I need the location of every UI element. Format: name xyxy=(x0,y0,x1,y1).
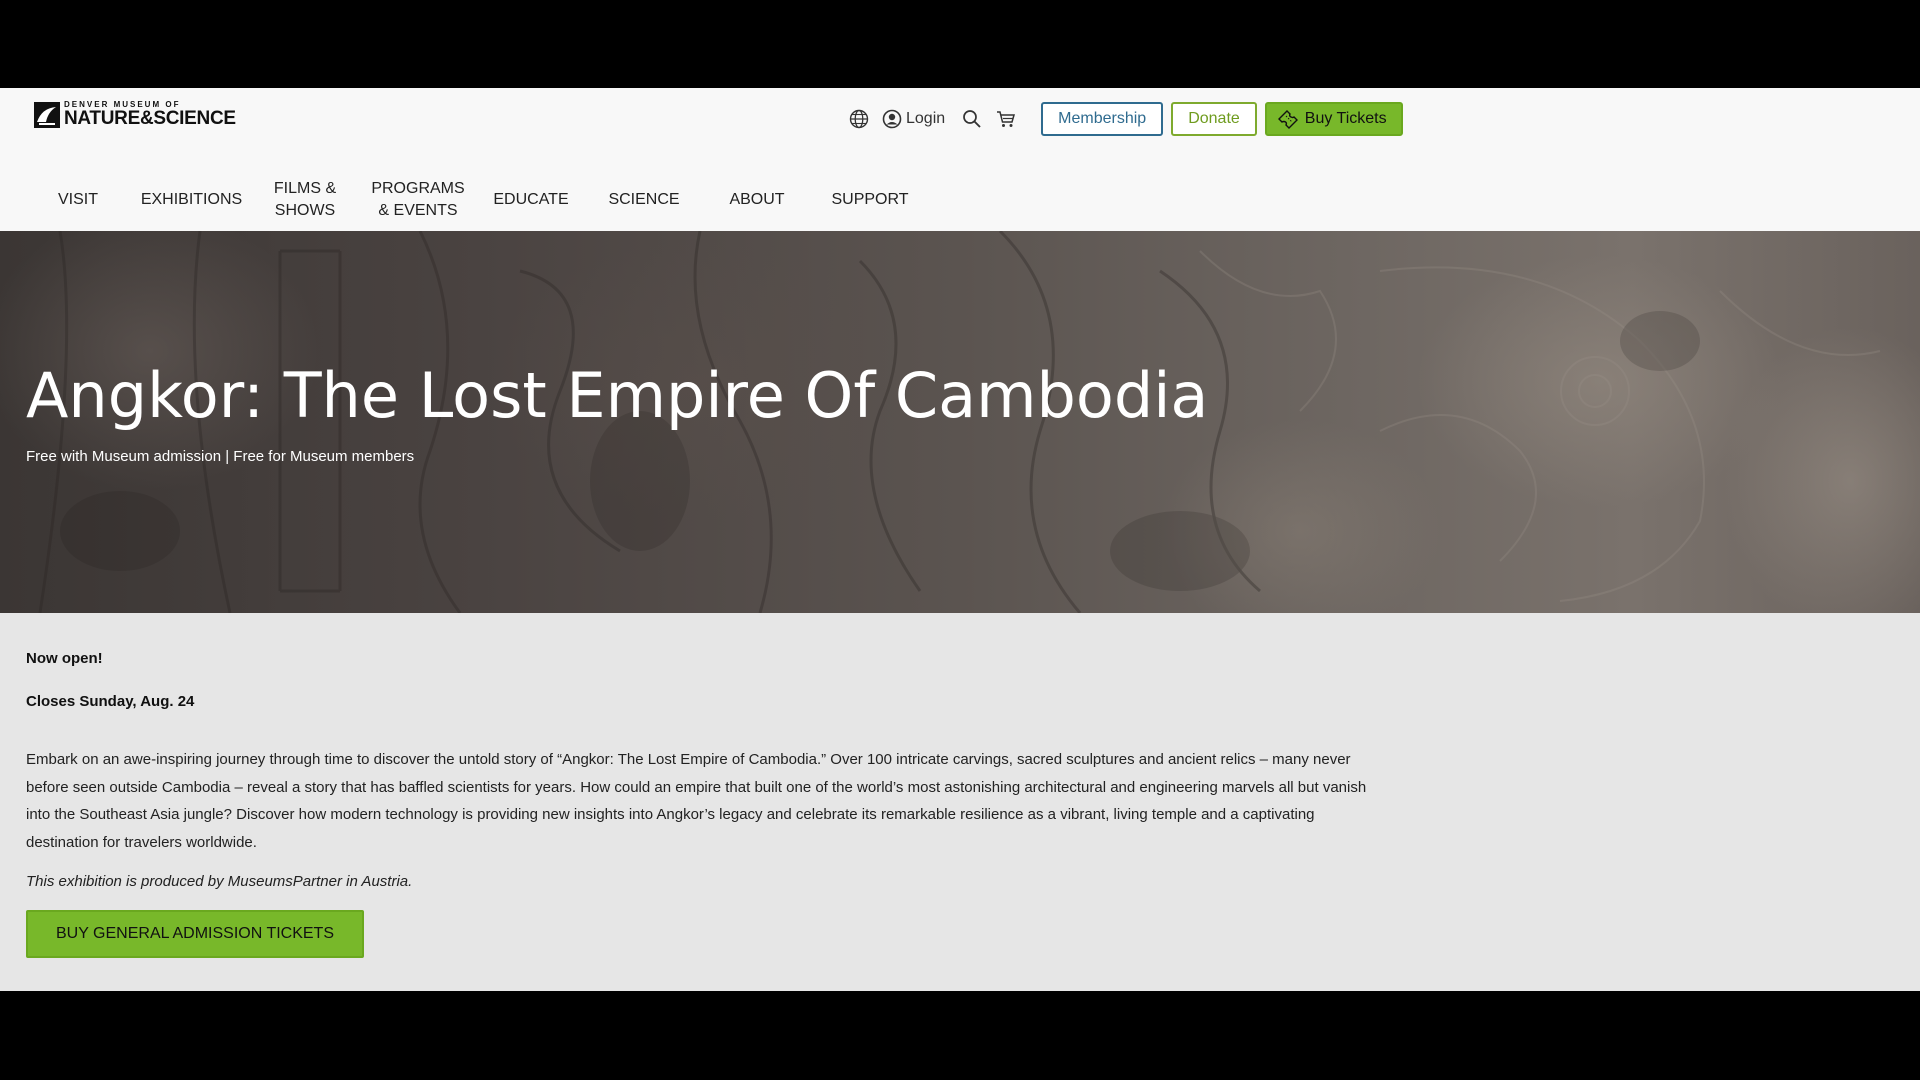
nav-label: VISIT xyxy=(57,190,98,208)
nav-label-line1: FILMS & xyxy=(273,179,337,197)
cart-icon[interactable] xyxy=(995,108,1017,130)
globe-icon[interactable] xyxy=(848,108,870,130)
closing-date-text: Closes Sunday, Aug. 24 xyxy=(26,693,195,710)
login-link[interactable]: Login xyxy=(882,109,945,129)
ticket-icon xyxy=(1277,110,1298,129)
museum-logo[interactable]: DENVER MUSEUM OF NATURE&SCIENCE xyxy=(34,101,236,128)
nav-label-line2: SHOWS xyxy=(274,201,336,219)
buy-general-admission-button[interactable]: BUY GENERAL ADMISSION TICKETS xyxy=(26,910,364,958)
donate-button[interactable]: Donate xyxy=(1171,102,1257,136)
utility-bar: Login Membership Donate Buy Tickets xyxy=(848,102,1403,136)
nav-label-line1: PROGRAMS xyxy=(371,179,465,197)
nav-item-science[interactable]: SCIENCE xyxy=(604,168,684,231)
nav-label: SCIENCE xyxy=(608,190,680,208)
buy-tickets-label: Buy Tickets xyxy=(1304,110,1387,127)
logo-bottom-text: NATURE&SCIENCE xyxy=(64,108,236,129)
hero-banner: Angkor: The Lost Empire Of Cambodia Free… xyxy=(0,231,1920,613)
nav-label-line2: & EVENTS xyxy=(378,201,458,219)
nav-item-educate[interactable]: EDUCATE xyxy=(492,168,570,231)
nav-label: EXHIBITIONS xyxy=(140,190,243,208)
exhibition-title: Angkor: The Lost Empire Of Cambodia xyxy=(26,359,1209,432)
nav-item-programs-events[interactable]: PROGRAMS & EVENTS xyxy=(370,168,466,231)
producer-credit: This exhibition is produced by MuseumsPa… xyxy=(26,873,413,890)
nav-label: SUPPORT xyxy=(831,190,909,208)
admission-note: Free with Museum admission | Free for Mu… xyxy=(26,448,415,465)
letterbox-top xyxy=(0,0,1920,88)
nav-item-exhibitions[interactable]: EXHIBITIONS xyxy=(140,168,243,231)
buy-tickets-button[interactable]: Buy Tickets xyxy=(1264,102,1403,136)
main-nav: VISIT EXHIBITIONS FILMS & SHOWS PROGRAMS… xyxy=(0,168,960,231)
website-viewport: DENVER MUSEUM OF NATURE&SCIENCE Login Me… xyxy=(0,88,1920,991)
letterbox-bottom xyxy=(0,991,1920,1080)
nav-item-visit[interactable]: VISIT xyxy=(52,168,104,231)
nav-label: EDUCATE xyxy=(493,190,569,208)
nav-item-about[interactable]: ABOUT xyxy=(724,168,790,231)
now-open-text: Now open! xyxy=(26,650,103,667)
nav-item-films-shows[interactable]: FILMS & SHOWS xyxy=(266,168,344,231)
membership-button[interactable]: Membership xyxy=(1041,102,1164,136)
site-header: DENVER MUSEUM OF NATURE&SCIENCE Login Me… xyxy=(0,88,1920,231)
search-icon[interactable] xyxy=(961,108,983,130)
logo-mark-icon xyxy=(34,101,60,128)
login-label: Login xyxy=(906,110,946,127)
exhibition-description: Embark on an awe-inspiring journey throu… xyxy=(26,751,1367,851)
nav-item-support[interactable]: SUPPORT xyxy=(831,168,909,231)
logo-wordmark: DENVER MUSEUM OF NATURE&SCIENCE xyxy=(64,101,236,129)
user-circle-icon xyxy=(882,109,902,129)
nav-label: ABOUT xyxy=(729,190,785,208)
